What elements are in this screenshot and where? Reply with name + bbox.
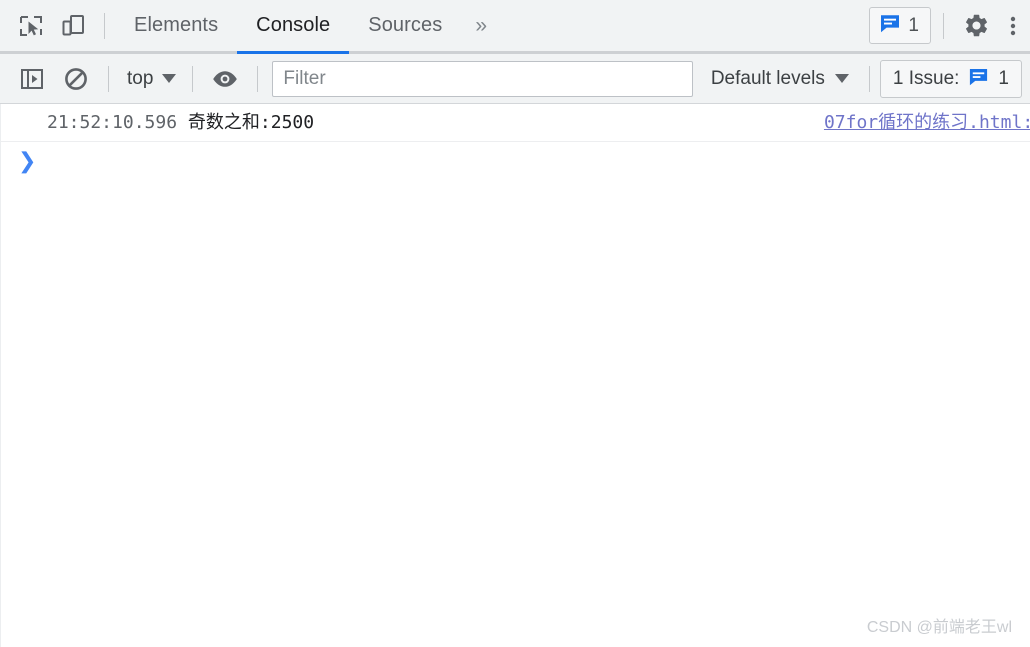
message-bubble-icon xyxy=(879,12,901,39)
console-sidebar-icon[interactable] xyxy=(10,59,54,99)
console-output[interactable]: 21:52:10.596 奇数之和:2500 07for循环的练习.html:2… xyxy=(0,104,1030,647)
panel-tabs: Elements Console Sources » xyxy=(115,0,501,54)
issues-counter-button[interactable]: 1 xyxy=(869,7,931,44)
tab-console[interactable]: Console xyxy=(237,0,350,54)
console-prompt-input[interactable] xyxy=(36,142,1030,182)
watermark: CSDN @前端老王wl xyxy=(866,619,1012,636)
devtools-tabbar: Elements Console Sources » 1 xyxy=(0,0,1030,54)
log-levels-select[interactable]: Default levels xyxy=(699,68,859,90)
prompt-chevron-icon: ❯ xyxy=(18,149,37,174)
filter-input[interactable] xyxy=(272,60,693,97)
toolbar-divider-3 xyxy=(257,65,259,92)
console-message-body: 奇数之和:2500 xyxy=(187,112,315,133)
inspect-element-icon[interactable] xyxy=(10,6,52,46)
message-bubble-icon-issues xyxy=(968,66,989,92)
device-toolbar-icon[interactable] xyxy=(52,6,94,46)
toolbar-divider-2 xyxy=(192,65,194,92)
console-message-source-link[interactable]: 07for循环的练习.html:2 xyxy=(824,104,1030,142)
gear-icon[interactable] xyxy=(954,4,998,48)
console-prompt-row[interactable]: ❯ xyxy=(1,142,1030,182)
toolbar-divider-1 xyxy=(108,65,109,92)
console-toolbar: top Default levels 1 Issue: xyxy=(0,54,1030,104)
toolbar-divider-4 xyxy=(868,65,870,92)
chevron-down-icon-levels xyxy=(834,74,849,83)
console-message-row[interactable]: 21:52:10.596 奇数之和:2500 07for循环的练习.html:2 xyxy=(1,104,1030,142)
toolbar-divider xyxy=(104,12,105,39)
tab-elements[interactable]: Elements xyxy=(115,0,237,51)
issues-bar-label: 1 Issue: xyxy=(892,67,960,89)
live-expression-eye-icon[interactable] xyxy=(203,59,247,99)
clear-console-icon[interactable] xyxy=(54,59,98,99)
tabbar-right-divider xyxy=(943,12,944,39)
chevron-down-icon xyxy=(162,74,177,83)
issues-bar-button[interactable]: 1 Issue: 1 xyxy=(879,59,1022,98)
issues-bar-count: 1 xyxy=(998,67,1009,89)
execution-context-label: top xyxy=(127,67,154,89)
issues-count: 1 xyxy=(908,14,919,36)
console-message-timestamp: 21:52:10.596 xyxy=(47,112,178,133)
execution-context-select[interactable]: top xyxy=(119,68,182,90)
devtools-window: Elements Console Sources » 1 top Filter … xyxy=(0,0,1030,647)
log-levels-label: Default levels xyxy=(710,67,825,89)
kebab-menu-icon[interactable] xyxy=(998,4,1028,48)
tab-sources[interactable]: Sources xyxy=(349,0,461,51)
console-message-text: 21:52:10.596 奇数之和:2500 xyxy=(47,104,314,142)
more-panels-chevron-icon[interactable]: » xyxy=(461,0,501,51)
